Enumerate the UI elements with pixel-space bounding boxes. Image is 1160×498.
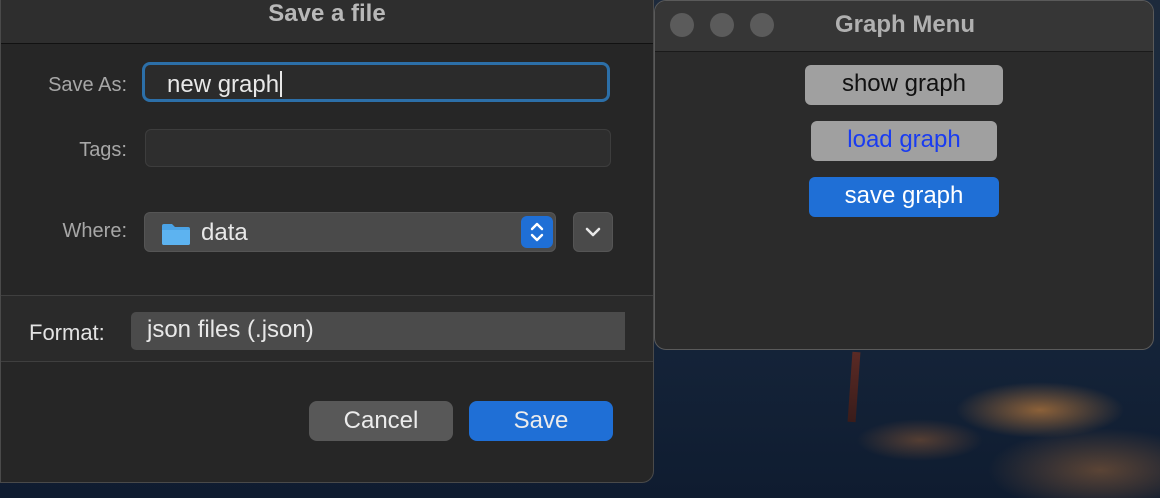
load-graph-button[interactable]: load graph xyxy=(811,121,997,161)
save-as-input[interactable]: new graph xyxy=(142,62,610,102)
show-graph-button[interactable]: show graph xyxy=(805,65,1003,105)
save-graph-button[interactable]: save graph xyxy=(809,177,999,217)
dialog-titlebar: Save a file xyxy=(1,0,653,44)
tags-input[interactable] xyxy=(145,129,611,167)
where-label: Where: xyxy=(62,220,127,242)
chevron-up-down-icon[interactable] xyxy=(521,216,553,248)
divider xyxy=(1,361,653,362)
tags-label: Tags: xyxy=(79,139,127,161)
expand-dialog-button[interactable] xyxy=(573,212,613,252)
format-label: Format: xyxy=(29,320,105,345)
where-popup-button[interactable]: data xyxy=(144,212,556,252)
graph-menu-title: Graph Menu xyxy=(834,11,975,38)
save-button[interactable]: Save xyxy=(469,401,613,441)
format-select[interactable]: json files (.json) xyxy=(131,312,625,350)
graph-menu-titlebar: Graph Menu xyxy=(655,1,1153,52)
save-as-value: new graph xyxy=(167,71,280,98)
where-value: data xyxy=(201,219,248,246)
format-row: Format: json files (.json) xyxy=(1,296,653,361)
text-caret xyxy=(280,71,283,97)
graph-menu-window: Graph Menu show graph load graph save gr… xyxy=(654,0,1154,350)
chevron-down-icon xyxy=(585,227,601,237)
dialog-title: Save a file xyxy=(268,0,386,27)
save-as-label: Save As: xyxy=(48,74,127,96)
cancel-button[interactable]: Cancel xyxy=(309,401,453,441)
save-dialog: Save a file Save As: new graph Tags: Whe… xyxy=(0,0,654,483)
format-value: json files (.json) xyxy=(147,316,314,343)
folder-icon xyxy=(162,224,190,245)
